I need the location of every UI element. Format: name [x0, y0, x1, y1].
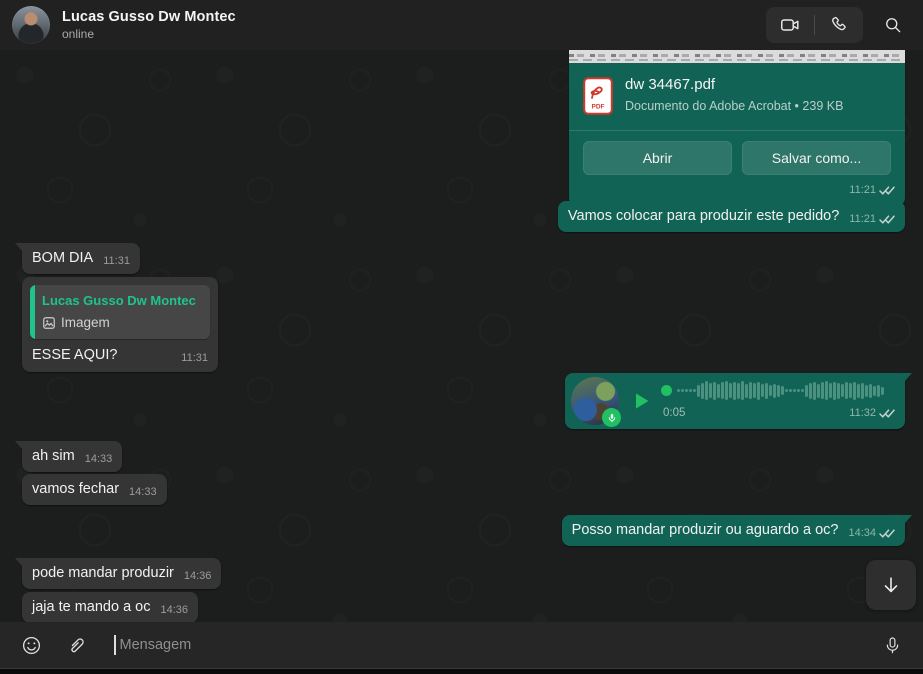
image-icon — [42, 316, 56, 330]
text-message: Posso mandar produzir ou aguardo a oc? 1… — [562, 515, 905, 546]
text-message: jaja te mando a oc 14:36 — [22, 592, 198, 622]
pdf-file-texts: dw 34467.pdf Documento do Adobe Acrobat … — [625, 75, 843, 116]
text-message: BOM DIA 11:31 — [22, 243, 140, 274]
message-time: 14:36 — [161, 601, 189, 620]
message-row: Lucas Gusso Dw Montec Imagem ESSE AQUI? … — [22, 277, 905, 372]
message-composer — [0, 622, 923, 668]
open-button[interactable]: Abrir — [583, 141, 732, 175]
voice-waveform[interactable] — [677, 380, 895, 402]
message-row: pode mandar produzir 14:36 — [22, 558, 905, 589]
message-time: 14:33 — [129, 483, 157, 502]
phone-icon — [829, 15, 849, 35]
voice-call-button[interactable] — [815, 7, 863, 43]
emoji-icon — [21, 635, 42, 656]
pdf-actions: Abrir Salvar como... — [569, 130, 905, 179]
message-text: pode mandar produzir — [32, 564, 174, 583]
voice-body: 0:05 11:32 — [661, 380, 895, 423]
save-as-button[interactable]: Salvar como... — [742, 141, 891, 175]
message-row: Vamos colocar para produzir este pedido?… — [22, 201, 905, 232]
contact-name: Lucas Gusso Dw Montec — [62, 9, 236, 25]
message-time: 14:36 — [184, 567, 212, 586]
contact-status: online — [62, 27, 236, 41]
pdf-file-icon: PDF — [583, 77, 613, 115]
pdf-file-meta: Documento do Adobe Acrobat • 239 KB — [625, 97, 843, 116]
read-receipt-icon — [879, 528, 895, 539]
message-text: Posso mandar produzir ou aguardo a oc? — [572, 521, 839, 540]
window-bottom-edge — [0, 668, 923, 674]
document-message: PDF dw 34467.pdf Documento do Adobe Acro… — [569, 50, 905, 206]
search-icon — [883, 15, 903, 35]
call-button-group — [766, 7, 863, 43]
message-text: jaja te mando a oc — [32, 598, 151, 617]
quote-author: Lucas Gusso Dw Montec — [42, 291, 200, 310]
text-message: Vamos colocar para produzir este pedido?… — [558, 201, 905, 232]
pdf-file-row[interactable]: PDF dw 34467.pdf Documento do Adobe Acro… — [569, 63, 905, 126]
mic-badge-icon — [602, 408, 621, 427]
voice-message: 0:05 11:32 — [565, 373, 905, 429]
emoji-button[interactable] — [14, 628, 48, 662]
quote-label: Imagem — [61, 313, 110, 332]
message-time: 11:21 — [849, 181, 876, 200]
message-row: Posso mandar produzir ou aguardo a oc? 1… — [22, 515, 905, 546]
message-input[interactable] — [116, 637, 866, 653]
message-list[interactable]: PDF dw 34467.pdf Documento do Adobe Acro… — [0, 50, 923, 622]
message-time: 11:31 — [103, 252, 130, 271]
voice-duration: 0:05 — [661, 404, 685, 423]
message-row: ah sim 14:33 — [22, 441, 905, 472]
message-text: vamos fechar — [32, 480, 119, 499]
playback-position-handle[interactable] — [661, 385, 672, 396]
message-text: ESSE AQUI? — [32, 346, 117, 365]
play-button[interactable] — [629, 389, 653, 413]
message-text: Vamos colocar para produzir este pedido? — [568, 207, 839, 226]
video-call-button[interactable] — [766, 7, 814, 43]
search-button[interactable] — [875, 7, 911, 43]
message-time: 14:34 — [848, 524, 876, 543]
svg-text:PDF: PDF — [592, 103, 605, 110]
attach-button[interactable] — [58, 628, 92, 662]
scroll-to-bottom-button[interactable] — [866, 560, 916, 610]
message-row: PDF dw 34467.pdf Documento do Adobe Acro… — [22, 50, 905, 206]
scroll-to-bottom-icon — [880, 574, 902, 596]
message-time: 14:33 — [85, 450, 113, 469]
message-row: 0:05 11:32 — [22, 373, 905, 429]
contact-info[interactable]: Lucas Gusso Dw Montec online — [62, 9, 236, 41]
voice-record-button[interactable] — [875, 628, 909, 662]
message-text: ah sim — [32, 447, 75, 466]
message-input-wrap — [114, 635, 865, 655]
sender-avatar[interactable] — [571, 377, 619, 425]
read-receipt-icon — [879, 214, 895, 225]
header-actions — [766, 7, 911, 43]
reply-message: Lucas Gusso Dw Montec Imagem ESSE AQUI? … — [22, 277, 218, 372]
chat-header: Lucas Gusso Dw Montec online — [0, 0, 923, 50]
text-message: ah sim 14:33 — [22, 441, 122, 472]
message-row: jaja te mando a oc 14:36 — [22, 592, 905, 622]
contact-avatar[interactable] — [12, 6, 50, 44]
read-receipt-icon — [879, 408, 895, 419]
message-time: 11:32 — [849, 404, 876, 423]
message-time: 11:21 — [849, 210, 876, 229]
pdf-preview-thumbnail[interactable] — [569, 50, 905, 63]
attach-icon — [65, 635, 86, 656]
read-receipt-icon — [879, 185, 895, 196]
message-text: BOM DIA — [32, 249, 93, 268]
play-icon — [629, 389, 653, 413]
text-message: vamos fechar 14:33 — [22, 474, 167, 505]
message-row: vamos fechar 14:33 — [22, 474, 905, 505]
mic-icon — [883, 636, 902, 655]
video-camera-icon — [779, 14, 801, 36]
message-time: 11:31 — [181, 349, 208, 368]
message-row: BOM DIA 11:31 — [22, 243, 905, 274]
text-message: pode mandar produzir 14:36 — [22, 558, 221, 589]
whatsapp-chat-window: Lucas Gusso Dw Montec online — [0, 0, 923, 674]
pdf-file-name: dw 34467.pdf — [625, 75, 843, 94]
quoted-message[interactable]: Lucas Gusso Dw Montec Imagem — [30, 285, 210, 339]
